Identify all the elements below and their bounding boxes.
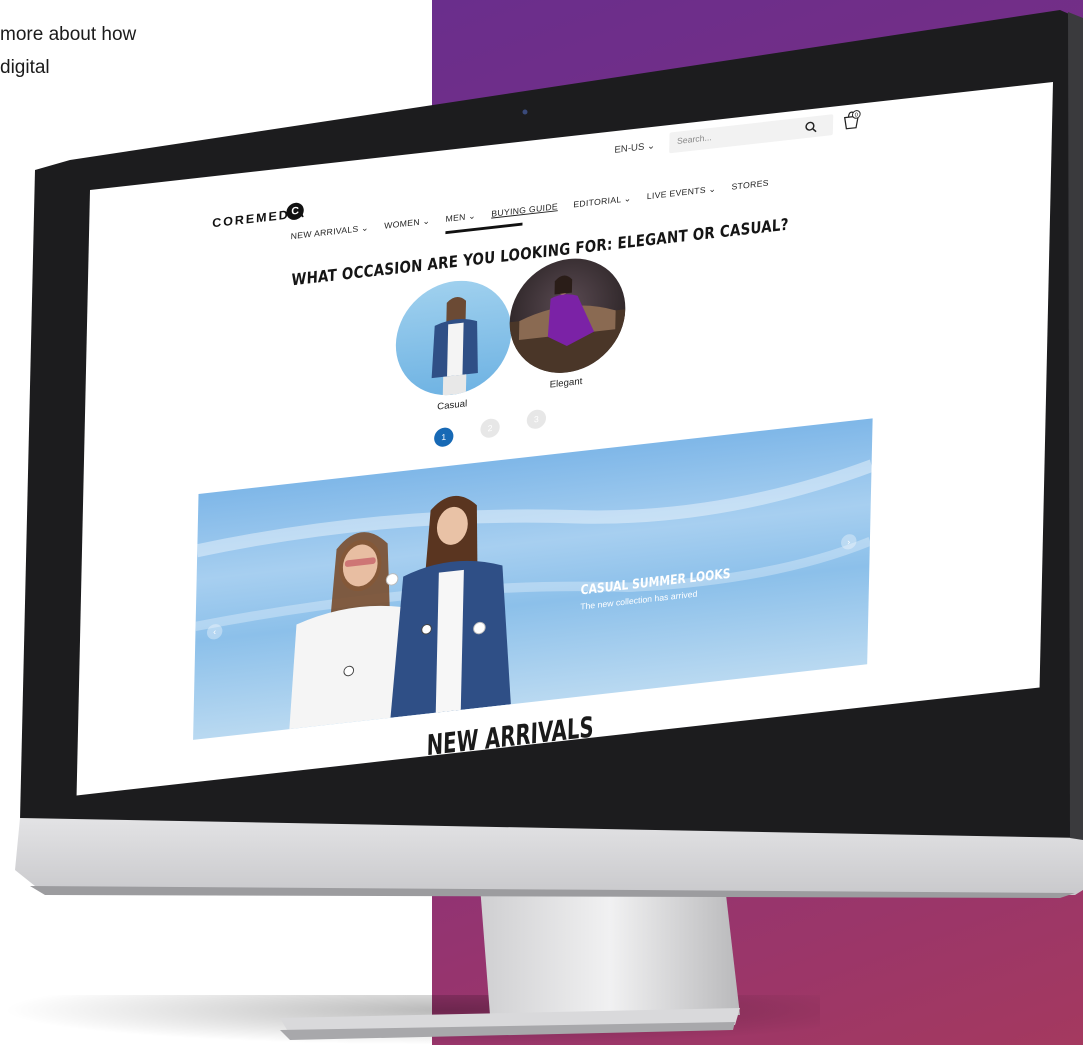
nav-item-editorial[interactable]: EDITORIAL ⌄: [573, 193, 632, 218]
nav-item-label: NEW ARRIVALS: [290, 224, 359, 242]
shopping-bag-icon[interactable]: 0: [841, 108, 863, 131]
nav-item-label: EDITORIAL: [573, 194, 622, 210]
nav-item-label: BUYING GUIDE: [491, 201, 558, 219]
carousel-page-3[interactable]: 3: [526, 408, 547, 430]
carousel-page-2[interactable]: 2: [480, 417, 500, 439]
nav-item-label: LIVE EVENTS: [646, 185, 706, 202]
elegant-option-label[interactable]: Elegant: [508, 372, 624, 395]
chevron-down-icon: ⌄: [646, 140, 656, 153]
chevron-down-icon: ⌄: [705, 183, 717, 195]
nav-item-new-arrivals[interactable]: NEW ARRIVALS ⌄: [290, 223, 369, 251]
chevron-down-icon: ⌄: [621, 193, 632, 205]
casual-option-image[interactable]: [394, 274, 513, 402]
cart-count: 0: [855, 112, 858, 118]
casual-option-label[interactable]: Casual: [394, 394, 510, 417]
nav-item-label: MEN: [445, 212, 466, 224]
nav-item-women[interactable]: WOMEN ⌄: [384, 216, 430, 240]
locale-selector[interactable]: EN-US ⌄: [614, 141, 655, 156]
chevron-down-icon: ⌄: [465, 210, 477, 222]
nav-item-live-events[interactable]: LIVE EVENTS ⌄: [647, 184, 717, 211]
nav-item-label: STORES: [731, 178, 769, 192]
search-placeholder: Search...: [676, 132, 712, 146]
casual-model-illustration: [431, 297, 478, 396]
locale-label: EN-US: [614, 141, 645, 156]
monitor: EN-US ⌄ Search... 0 COREMEDIA C NEW ARRI…: [0, 0, 1083, 1045]
nav-item-stores[interactable]: STORES: [731, 178, 769, 201]
chevron-down-icon: ⌄: [419, 216, 431, 227]
nav-item-label: WOMEN: [384, 217, 420, 231]
elegant-option-image[interactable]: [508, 252, 627, 379]
search-icon[interactable]: [804, 120, 818, 135]
carousel-page-1[interactable]: 1: [433, 426, 454, 448]
website-screen: EN-US ⌄ Search... 0 COREMEDIA C NEW ARRI…: [76, 82, 1053, 796]
elegant-model-illustration: [508, 275, 626, 379]
chevron-down-icon: ⌄: [358, 222, 369, 234]
